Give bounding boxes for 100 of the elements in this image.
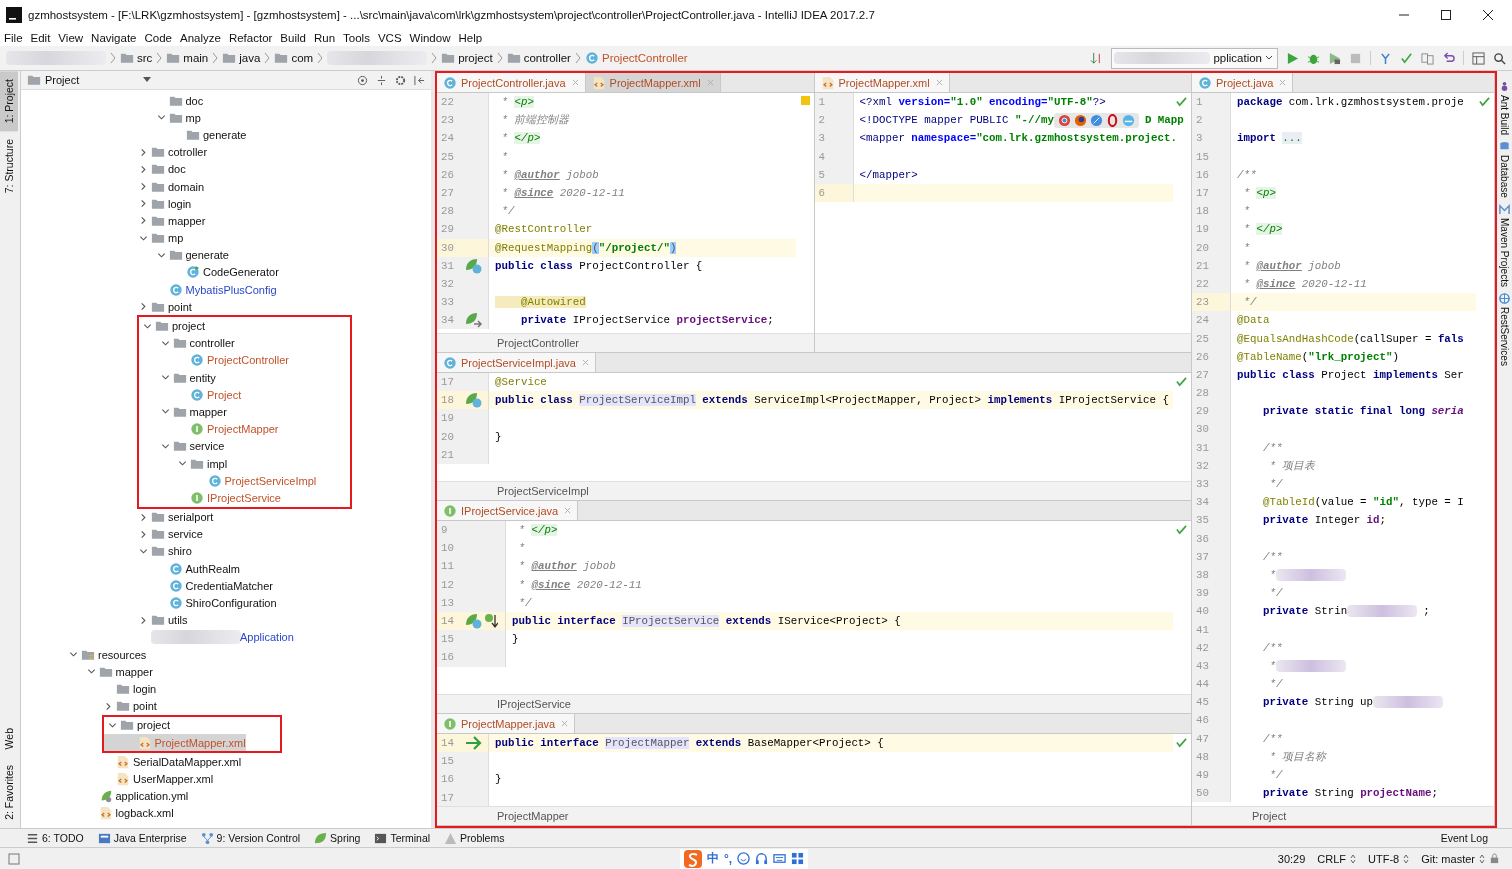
bean-icon[interactable]: [465, 312, 483, 329]
breadcrumb-item[interactable]: ProjectController: [584, 51, 688, 65]
tool-window-tab[interactable]: 2: Favorites: [0, 757, 18, 828]
breadcrumb-item[interactable]: com: [274, 51, 314, 65]
vcs-branch-selector[interactable]: Git: master: [1421, 852, 1475, 865]
chevron-right-icon[interactable]: [139, 615, 148, 625]
chevron-right-icon[interactable]: [139, 147, 148, 157]
tree-item[interactable]: ShiroConfiguration: [21, 594, 431, 612]
breadcrumb-item[interactable]: main: [166, 51, 209, 65]
tool-window-tab[interactable]: Ant Build: [1497, 81, 1512, 136]
chevron-right-icon[interactable]: [139, 164, 148, 174]
tool-window-tab[interactable]: RestServices: [1497, 292, 1512, 366]
chevron-down-icon[interactable]: [156, 113, 166, 123]
tree-item[interactable]: project: [104, 716, 246, 734]
menu-item[interactable]: Tools: [343, 31, 370, 44]
tool-window-button[interactable]: Spring: [314, 831, 361, 845]
tree-item[interactable]: application.yml: [21, 787, 431, 805]
tree-item[interactable]: ProjectController: [139, 351, 317, 369]
check-icon[interactable]: [1176, 737, 1187, 748]
tree-item[interactable]: project: [139, 317, 317, 335]
tree-item[interactable]: point: [21, 298, 431, 316]
line-separator-selector[interactable]: CRLF: [1317, 852, 1347, 865]
tree-item[interactable]: login: [21, 680, 431, 698]
run-configuration-dropdown[interactable]: pplication: [1111, 47, 1278, 69]
tool-window-tab[interactable]: 1: Project: [0, 71, 18, 132]
breadcrumb[interactable]: Project: [1252, 810, 1287, 822]
maximize-icon[interactable]: [1440, 8, 1452, 21]
editor-tab[interactable]: ProjectServiceImpl.java: [437, 353, 596, 372]
tree-item[interactable]: mp: [21, 109, 431, 127]
tree-item[interactable]: login: [21, 195, 431, 213]
lock-icon[interactable]: [1489, 853, 1500, 864]
menu-item[interactable]: View: [58, 31, 84, 44]
ime-toggle[interactable]: 中: [707, 850, 719, 867]
editor-tab[interactable]: IProjectService.java: [437, 501, 579, 520]
target-icon[interactable]: [357, 74, 368, 86]
chevron-down-icon[interactable]: [86, 667, 96, 677]
chevron-right-icon[interactable]: [139, 182, 148, 192]
headphones-icon[interactable]: [755, 852, 769, 865]
tree-item[interactable]: shiro: [21, 542, 431, 561]
chevron-right-icon[interactable]: [139, 512, 148, 522]
menu-item[interactable]: Refactor: [228, 31, 273, 44]
tree-item[interactable]: ProjectServiceImpl: [139, 472, 317, 490]
project-structure-icon[interactable]: [1472, 51, 1485, 65]
tree-item[interactable]: Project: [139, 386, 317, 404]
chevron-down-icon[interactable]: [160, 373, 170, 383]
chevron-right-icon[interactable]: [139, 529, 148, 539]
tree-item[interactable]: impl: [139, 454, 317, 473]
menu-item[interactable]: Code: [144, 31, 172, 44]
breadcrumb-item[interactable]: controller: [506, 51, 571, 65]
menu-item[interactable]: VCS: [377, 31, 402, 44]
chevron-down-icon[interactable]: [178, 459, 187, 469]
ime-toggle[interactable]: °,: [724, 851, 733, 866]
tree-item[interactable]: service: [21, 525, 431, 543]
browser-icon[interactable]: [1073, 113, 1087, 127]
emoji-icon[interactable]: [737, 852, 751, 865]
tree-item[interactable]: domain: [21, 177, 431, 196]
caret-position[interactable]: 30:29: [1277, 852, 1306, 865]
editor-tab[interactable]: ProjectController.java: [437, 73, 586, 92]
chevron-right-icon[interactable]: [139, 216, 148, 226]
tree-item[interactable]: mapper: [139, 403, 317, 421]
arrow-icon[interactable]: [465, 735, 483, 752]
search-icon[interactable]: [1493, 51, 1506, 65]
tree-item[interactable]: controller: [139, 334, 317, 352]
browser-icon[interactable]: [1057, 113, 1071, 127]
tree-item[interactable]: ProjectMapper: [139, 420, 317, 438]
editor-tab[interactable]: ProjectMapper.xml: [814, 73, 950, 92]
tree-item[interactable]: MybatisPlusConfig: [21, 281, 431, 299]
bean-icon[interactable]: [465, 392, 483, 409]
tree-item[interactable]: mapper: [21, 663, 431, 681]
tool-window-tab[interactable]: Maven Projects: [1497, 203, 1512, 287]
breadcrumb[interactable]: ProjectServiceImpl: [497, 485, 589, 497]
tree-item[interactable]: mp: [21, 229, 431, 247]
chevron-right-icon[interactable]: [104, 701, 113, 711]
tree-item[interactable]: utils: [21, 611, 431, 629]
settings-icon[interactable]: [395, 74, 406, 86]
tree-item[interactable]: doc: [21, 160, 431, 178]
tool-window-button[interactable]: 9: Version Control: [200, 831, 301, 845]
breadcrumb-item[interactable]: java: [222, 51, 261, 65]
tree-item[interactable]: entity: [139, 369, 317, 387]
editor-tab[interactable]: Project.java: [1192, 73, 1294, 92]
tool-window-button[interactable]: Terminal: [374, 831, 431, 845]
tree-item[interactable]: serialport: [21, 508, 431, 526]
menu-item[interactable]: Help: [458, 31, 483, 44]
close-icon[interactable]: [1482, 8, 1494, 21]
breadcrumb[interactable]: ProjectMapper: [497, 810, 569, 822]
warning-marker-icon[interactable]: [800, 96, 810, 105]
breadcrumb-item[interactable]: src: [120, 51, 153, 65]
ime-logo-icon[interactable]: [684, 849, 702, 868]
panel-toggle-icon[interactable]: [8, 852, 20, 865]
check-icon[interactable]: [1176, 376, 1187, 387]
menu-item[interactable]: Analyze: [179, 31, 221, 44]
tree-item[interactable]: generate: [21, 126, 431, 144]
tree-item[interactable]: doc: [21, 92, 431, 110]
tree-item[interactable]: SerialDataMapper.xml: [21, 753, 431, 771]
tree-item[interactable]: cotroller: [21, 143, 431, 161]
chevron-down-icon[interactable]: [69, 650, 78, 660]
breadcrumb[interactable]: ProjectController: [497, 337, 579, 349]
check-icon[interactable]: [1176, 96, 1187, 107]
run-icon[interactable]: [1286, 51, 1299, 65]
coverage-icon[interactable]: [1328, 51, 1341, 65]
